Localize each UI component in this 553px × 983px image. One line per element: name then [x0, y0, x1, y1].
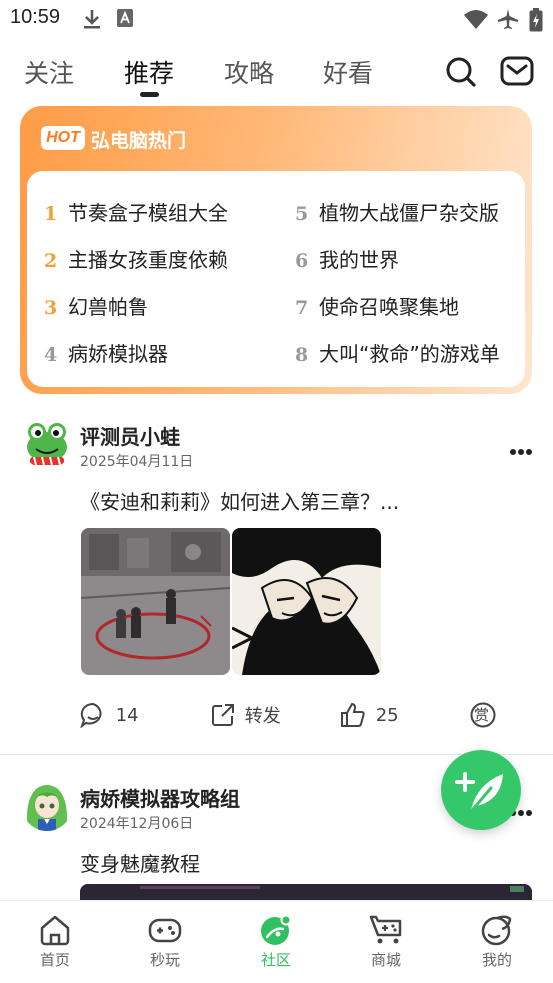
hot-item-title: 节奏盒子模组大全 [68, 201, 228, 225]
nav-mine[interactable]: 我的 [457, 913, 537, 970]
hot-rank: 3 [44, 297, 58, 319]
mail-icon[interactable] [500, 56, 534, 90]
wifi-icon [463, 8, 489, 34]
tab-recommend[interactable]: 推荐 [124, 54, 174, 90]
font-icon [116, 8, 134, 32]
hot-item[interactable]: 8 大叫“救命”的游戏单 [295, 338, 500, 368]
like-count: 25 [375, 704, 399, 726]
hot-item-title: 幻兽帕鲁 [68, 295, 148, 319]
hot-list: 1 节奏盒子模组大全 2 主播女孩重度依赖 3 幻兽帕鲁 4 病娇模拟器 5 植物大战僵尸… [27, 171, 525, 387]
nav-label: 社区 [260, 951, 291, 969]
cart-icon [346, 913, 426, 947]
hot-rank: 1 [44, 203, 58, 225]
nav-label: 商城 [370, 951, 401, 969]
avatar[interactable] [22, 781, 72, 831]
airplane-icon [496, 8, 520, 34]
hot-item[interactable]: 4 病娇模拟器 [44, 338, 168, 368]
hot-item-title: 主播女孩重度依赖 [68, 248, 228, 272]
search-icon[interactable] [445, 56, 477, 92]
hot-badge: HOT [41, 126, 85, 150]
feather-plus-icon [441, 750, 521, 834]
hot-item-title: 我的世界 [319, 248, 399, 272]
nav-label: 首页 [39, 951, 70, 969]
comment-count: 14 [115, 704, 139, 726]
nav-label: 秒玩 [149, 951, 180, 969]
create-post-button[interactable] [441, 750, 521, 830]
comment-icon [80, 702, 112, 729]
hot-item[interactable]: 3 幻兽帕鲁 [44, 291, 148, 321]
hot-rank: 4 [44, 344, 58, 366]
hot-rank: 6 [295, 250, 309, 272]
share-label: 转发 [244, 706, 281, 727]
post-author[interactable]: 病娇模拟器攻略组 [80, 783, 240, 812]
hot-item-title: 植物大战僵尸杂交版 [319, 201, 499, 225]
reward-icon: 赏 [470, 702, 496, 728]
post-image[interactable] [81, 528, 230, 675]
hot-item[interactable]: 6 我的世界 [295, 244, 399, 274]
avatar[interactable] [22, 419, 72, 469]
nav-community[interactable]: 社区 [236, 913, 316, 970]
battery-icon [529, 8, 543, 36]
download-icon [82, 8, 102, 34]
post-text[interactable]: 《安迪和莉莉》如何进入第三章？... [80, 486, 399, 515]
hot-title: 弘电脑热门 [91, 130, 187, 152]
hot-rank: 8 [295, 344, 309, 366]
bottom-nav: 首页 秒玩 社区 商城 我的 [0, 900, 553, 983]
top-tab-bar: 关注 推荐 攻略 好看 [0, 50, 553, 100]
post-date: 2024年12月06日 [80, 816, 194, 832]
community-icon [236, 913, 316, 947]
post-text[interactable]: 变身魅魔教程 [80, 848, 200, 877]
hot-ranking-card: HOT 弘电脑热门 1 节奏盒子模组大全 2 主播女孩重度依赖 3 幻兽帕鲁 4 病娇模… [20, 106, 532, 394]
hot-item-title: 病娇模拟器 [68, 342, 168, 366]
tab-good-looking[interactable]: 好看 [323, 54, 373, 90]
share-icon [211, 704, 241, 726]
hot-rank: 2 [44, 250, 58, 272]
post-author[interactable]: 评测员小蛙 [80, 421, 180, 450]
tab-follow[interactable]: 关注 [24, 54, 74, 90]
reward-label: 赏 [474, 706, 490, 724]
post-date: 2025年04月11日 [80, 454, 194, 470]
hot-item-title: 大叫“救命”的游戏单 [319, 342, 500, 366]
gamepad-icon [125, 913, 205, 947]
nav-home[interactable]: 首页 [15, 913, 95, 970]
hot-rank: 7 [295, 297, 309, 319]
post-image[interactable] [80, 884, 532, 900]
share-button[interactable]: 转发 [211, 702, 281, 730]
hot-item[interactable]: 2 主播女孩重度依赖 [44, 244, 228, 274]
post-image[interactable] [232, 528, 381, 675]
hot-rank: 5 [295, 203, 309, 225]
status-time: 10:59 [10, 6, 61, 28]
nav-instant-play[interactable]: 秒玩 [125, 913, 205, 970]
active-tab-indicator [140, 92, 159, 97]
tab-guides[interactable]: 攻略 [224, 54, 274, 90]
reward-button[interactable]: 赏 [470, 702, 496, 730]
hot-item-title: 使命召唤聚集地 [319, 295, 459, 319]
more-options-icon[interactable] [509, 441, 533, 455]
thumbs-up-icon [340, 702, 372, 727]
like-button[interactable]: 25 [340, 702, 399, 730]
profile-icon [457, 913, 537, 947]
status-bar: 10:59 [0, 0, 553, 38]
hot-item[interactable]: 7 使命召唤聚集地 [295, 291, 459, 321]
home-icon [15, 913, 95, 947]
nav-store[interactable]: 商城 [346, 913, 426, 970]
hot-item[interactable]: 1 节奏盒子模组大全 [44, 197, 228, 227]
comment-button[interactable]: 14 [80, 702, 139, 730]
hot-item[interactable]: 5 植物大战僵尸杂交版 [295, 197, 499, 227]
nav-label: 我的 [481, 951, 512, 969]
